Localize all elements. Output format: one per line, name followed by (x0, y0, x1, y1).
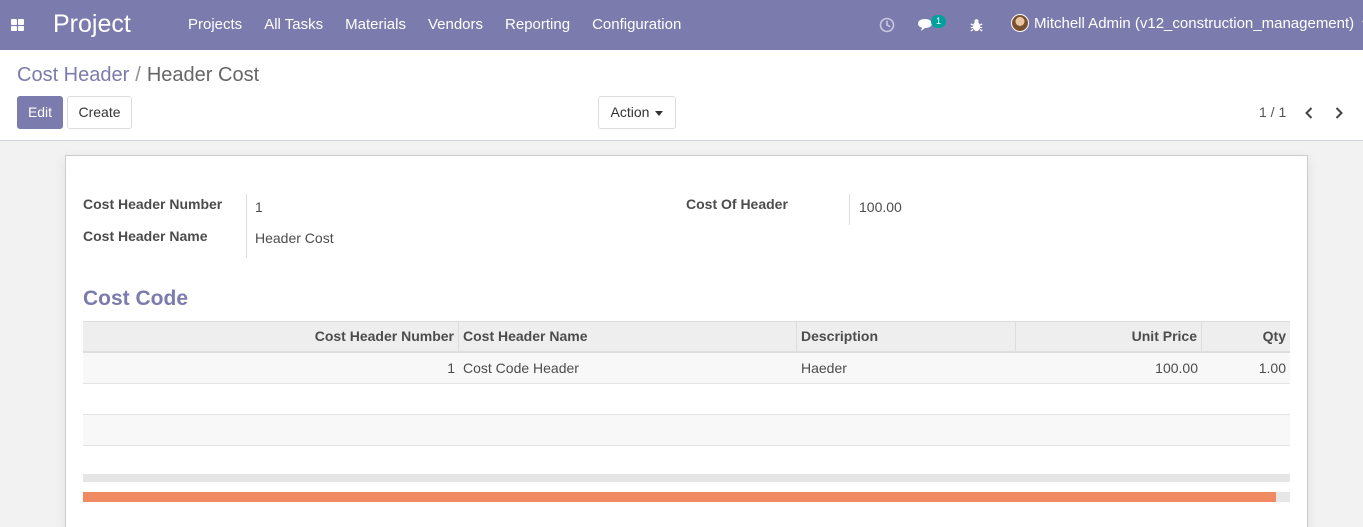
field-divider (246, 194, 247, 258)
activity-clock-icon[interactable] (879, 0, 895, 50)
column-header-qty[interactable]: Qty (1202, 322, 1290, 351)
main-menu: Projects All Tasks Materials Vendors Rep… (188, 16, 703, 33)
cost-header-name-label: Cost Header Name (83, 228, 208, 244)
menu-item-all-tasks[interactable]: All Tasks (264, 16, 323, 33)
chat-count-badge: 1 (931, 15, 946, 28)
debug-bug-icon[interactable] (970, 0, 983, 50)
cell-description: Haeder (801, 360, 847, 376)
cell-cost-header-number: 1 (447, 360, 455, 376)
breadcrumb-cost-header-link[interactable]: Cost Header (17, 64, 129, 86)
cell-cost-header-name: Cost Code Header (463, 360, 579, 376)
messaging-chat-icon[interactable]: 1 (917, 0, 946, 50)
table-row[interactable]: 1 Cost Code Header Haeder 100.00 1.00 (83, 353, 1290, 384)
form-sheet: Cost Header Number 1 Cost Header Name He… (65, 155, 1308, 527)
table-footer-bar (83, 474, 1290, 482)
user-menu[interactable]: Mitchell Admin (v12_construction_managem… (1011, 14, 1363, 32)
breadcrumb: Cost Header / Header Cost (17, 64, 259, 87)
top-navbar: Project Projects All Tasks Materials Ven… (0, 0, 1363, 50)
scrollbar-thumb[interactable] (83, 492, 1276, 502)
menu-item-configuration[interactable]: Configuration (592, 16, 681, 33)
empty-table-row (83, 384, 1290, 415)
action-dropdown-button[interactable]: Action (598, 96, 676, 129)
breadcrumb-separator: / (135, 64, 141, 86)
cost-header-number-value: 1 (255, 199, 263, 215)
column-header-cost-header-number[interactable]: Cost Header Number (83, 322, 459, 351)
empty-table-row (83, 415, 1290, 446)
breadcrumb-current: Header Cost (146, 64, 260, 86)
app-brand[interactable]: Project (53, 10, 131, 39)
menu-item-reporting[interactable]: Reporting (505, 16, 570, 33)
menu-item-projects[interactable]: Projects (188, 16, 242, 33)
edit-button[interactable]: Edit (17, 96, 63, 129)
create-button[interactable]: Create (67, 96, 132, 129)
cost-header-name-value: Header Cost (255, 230, 334, 246)
cost-code-section-title: Cost Code (83, 287, 188, 310)
menu-item-materials[interactable]: Materials (345, 16, 406, 33)
column-header-cost-header-name[interactable]: Cost Header Name (459, 322, 797, 351)
action-caret-down-icon (655, 110, 664, 116)
action-label: Action (610, 104, 650, 120)
chevron-left-icon[interactable] (1302, 106, 1316, 120)
field-divider (849, 194, 850, 225)
horizontal-scrollbar[interactable] (83, 492, 1290, 502)
cost-of-header-value: 100.00 (859, 199, 902, 215)
cost-header-number-label: Cost Header Number (83, 196, 223, 212)
cost-code-table: Cost Header Number Cost Header Name Desc… (83, 321, 1290, 477)
table-header: Cost Header Number Cost Header Name Desc… (83, 321, 1290, 353)
chevron-right-icon[interactable] (1332, 106, 1346, 120)
cost-of-header-label: Cost Of Header (686, 196, 788, 212)
empty-table-row (83, 446, 1290, 477)
cell-unit-price: 100.00 (1155, 360, 1198, 376)
menu-item-vendors[interactable]: Vendors (428, 16, 483, 33)
user-name: Mitchell Admin (v12_construction_managem… (1034, 14, 1355, 32)
column-header-description[interactable]: Description (797, 322, 1016, 351)
control-panel: Cost Header / Header Cost Edit Create Acti… (0, 50, 1363, 141)
column-header-unit-price[interactable]: Unit Price (1016, 322, 1202, 351)
cell-qty: 1.00 (1258, 360, 1286, 376)
apps-menu-icon[interactable] (11, 19, 24, 31)
user-avatar (1011, 14, 1029, 32)
pager-value[interactable]: 1 / 1 (1259, 104, 1286, 120)
